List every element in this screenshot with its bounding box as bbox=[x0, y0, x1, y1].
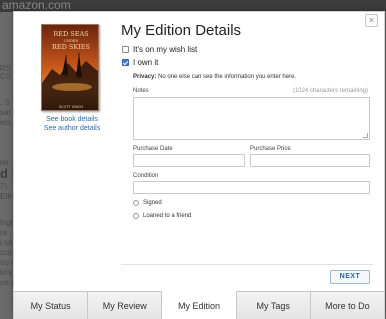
notes-remaining-count: (1024 characters remaining) bbox=[292, 88, 368, 94]
background-text: high bbox=[0, 218, 14, 227]
see-book-details-link[interactable]: See book details bbox=[28, 116, 116, 123]
background-text: d Se bbox=[0, 166, 14, 181]
cover-author: SCOTT LYNCH bbox=[59, 105, 83, 109]
next-button[interactable]: NEXT bbox=[330, 270, 370, 284]
background-text: ets bbox=[0, 118, 11, 127]
background-text: Eth bbox=[0, 192, 13, 201]
wish-list-label: It's on my wish list bbox=[133, 45, 198, 54]
resize-handle-icon[interactable] bbox=[363, 133, 368, 138]
signed-checkbox[interactable] bbox=[133, 200, 139, 206]
condition-input[interactable] bbox=[133, 181, 370, 194]
background-text: kinc bbox=[0, 268, 14, 277]
tab-more-to-do[interactable]: More to Do bbox=[310, 292, 385, 319]
notes-textarea[interactable] bbox=[133, 97, 370, 140]
dialog-title: My Edition Details bbox=[121, 22, 242, 39]
see-author-details-link[interactable]: See author details bbox=[28, 125, 116, 132]
background-text: ; S bbox=[0, 98, 10, 107]
loaned-option[interactable]: Loaned to a friend bbox=[133, 213, 191, 219]
background-text: CS bbox=[0, 72, 12, 81]
loaned-label: Loaned to a friend bbox=[143, 213, 192, 219]
wish-list-option[interactable]: It's on my wish list bbox=[122, 45, 197, 54]
tab-my-edition[interactable]: My Edition bbox=[162, 291, 237, 319]
background-text: ou o bbox=[0, 258, 14, 267]
tab-my-status[interactable]: My Status bbox=[14, 292, 89, 319]
close-icon: × bbox=[368, 15, 375, 25]
own-it-option[interactable]: I own it bbox=[122, 58, 158, 67]
wish-list-checkbox[interactable] bbox=[122, 46, 129, 53]
purchase-date-input[interactable] bbox=[133, 154, 245, 167]
background-text: ccid bbox=[0, 248, 14, 257]
background-text: i sa bbox=[0, 238, 13, 247]
own-it-label: I own it bbox=[133, 58, 159, 67]
signed-label: Signed bbox=[143, 200, 162, 206]
close-button[interactable]: × bbox=[365, 14, 378, 27]
notes-label: Notes bbox=[133, 88, 149, 94]
cover-title-line-3: RED SKIES bbox=[52, 43, 90, 51]
purchase-price-input[interactable] bbox=[250, 154, 370, 167]
edition-details-dialog: × RED SEAS UNDER RED SKIES SCOTT LYNCH S… bbox=[13, 11, 385, 319]
condition-label: Condition bbox=[133, 173, 159, 179]
background-text: ue d bbox=[0, 278, 14, 287]
tab-my-tags[interactable]: My Tags bbox=[236, 292, 311, 319]
divider bbox=[121, 264, 373, 265]
background-text: 7) bbox=[0, 182, 8, 191]
background-text: sat bbox=[0, 108, 11, 117]
purchase-price-label: Purchase Price bbox=[250, 146, 291, 152]
own-it-checkbox[interactable] bbox=[122, 59, 129, 66]
book-cover-art: RED SEAS UNDER RED SKIES SCOTT LYNCH bbox=[42, 25, 98, 110]
loaned-checkbox[interactable] bbox=[133, 213, 139, 219]
tab-bar: My Status My Review My Edition My Tags M… bbox=[14, 291, 385, 319]
background-text: ra , bbox=[0, 228, 12, 237]
cover-title-line-1: RED SEAS bbox=[53, 30, 88, 38]
book-cover[interactable]: RED SEAS UNDER RED SKIES SCOTT LYNCH bbox=[41, 24, 99, 111]
signed-option[interactable]: Signed bbox=[133, 200, 162, 206]
tab-my-review[interactable]: My Review bbox=[88, 292, 163, 319]
privacy-note: Privacy: No one else can see the informa… bbox=[133, 74, 296, 80]
privacy-label: Privacy: bbox=[133, 74, 157, 80]
privacy-text: No one else can see the information you … bbox=[156, 74, 297, 80]
purchase-date-label: Purchase Date bbox=[133, 146, 173, 152]
